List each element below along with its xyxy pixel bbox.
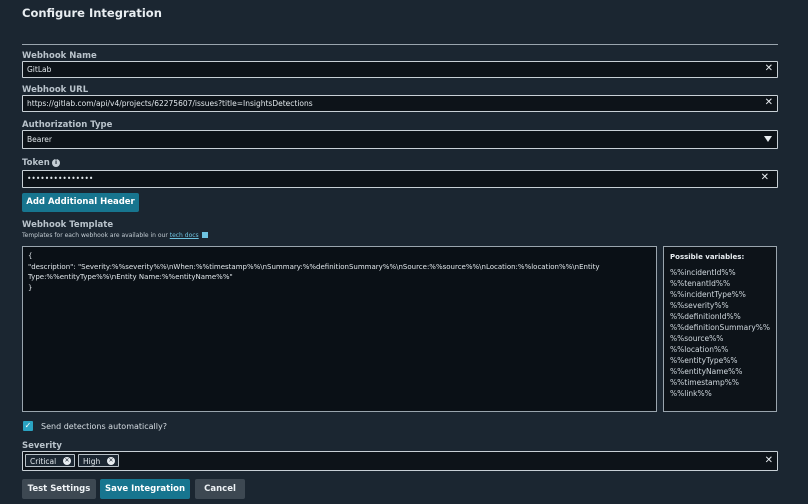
tech-docs-link[interactable]: tech docs xyxy=(170,232,199,239)
variables-list: %%incidentId%% %%tenantId%% %%incidentType… xyxy=(670,267,770,399)
page-title: Configure Integration xyxy=(22,6,162,20)
webhook-template-label: Webhook Template xyxy=(22,220,114,230)
severity-multiselect[interactable]: ✕ xyxy=(22,451,778,471)
variable-item: %%severity%% xyxy=(670,301,729,310)
external-link-icon[interactable] xyxy=(201,232,208,238)
title-divider xyxy=(22,44,778,45)
remove-chip-icon[interactable]: ✕ xyxy=(63,457,71,465)
clear-icon[interactable]: ✕ xyxy=(765,97,773,109)
severity-chip-high: High ✕ xyxy=(78,454,119,467)
webhook-template-editor[interactable]: { "description": "Severity:%%severity%%\… xyxy=(22,246,657,412)
clear-icon[interactable]: ✕ xyxy=(765,455,773,467)
variable-item: %%definitionId%% xyxy=(670,312,741,321)
token-input[interactable]: ••••••••••••••• ✕ xyxy=(22,170,778,188)
auth-type-value: Bearer xyxy=(27,135,52,144)
variable-item: %%location%% xyxy=(670,345,729,354)
variable-item: %%timestamp%% xyxy=(670,378,739,387)
template-hint: Templates for each webhook are available… xyxy=(22,231,208,239)
variable-item: %%entityType%% xyxy=(670,356,738,365)
severity-chip-label: High xyxy=(83,457,101,466)
remove-chip-icon[interactable]: ✕ xyxy=(107,457,115,465)
clear-icon[interactable]: ✕ xyxy=(765,63,773,75)
severity-label: Severity xyxy=(22,441,62,451)
possible-variables-title: Possible variables: xyxy=(670,253,745,261)
possible-variables-panel: Possible variables: %%incidentId%% %%tena… xyxy=(663,246,777,412)
save-integration-button[interactable]: Save Integration xyxy=(100,479,190,499)
webhook-url-value: https://gitlab.com/api/v4/projects/62275… xyxy=(27,99,313,108)
severity-chip-label: Critical xyxy=(30,457,57,466)
chevron-down-icon xyxy=(764,136,772,142)
token-value: ••••••••••••••• xyxy=(27,174,94,183)
clear-icon[interactable]: ✕ xyxy=(761,172,769,184)
auto-send-label: Send detections automatically? xyxy=(41,422,167,431)
cancel-button[interactable]: Cancel xyxy=(195,479,245,499)
variable-item: %%source%% xyxy=(670,334,724,343)
variable-item: %%link%% xyxy=(670,389,712,398)
auth-type-select[interactable]: Bearer xyxy=(22,130,778,149)
variable-item: %%incidentId%% xyxy=(670,268,736,277)
info-icon[interactable]: i xyxy=(52,159,60,167)
webhook-url-input[interactable]: https://gitlab.com/api/v4/projects/62275… xyxy=(22,95,778,112)
variable-item: %%tenantId%% xyxy=(670,279,731,288)
webhook-name-input[interactable]: GitLab ✕ xyxy=(22,61,778,78)
add-additional-header-button[interactable]: Add Additional Header xyxy=(22,193,139,212)
auth-type-label: Authorization Type xyxy=(22,120,113,130)
auto-send-checkbox[interactable]: ✓ xyxy=(23,421,33,431)
webhook-url-label: Webhook URL xyxy=(22,85,89,95)
variable-item: %%entityName%% xyxy=(670,367,743,376)
webhook-name-value: GitLab xyxy=(27,65,52,74)
template-hint-text: Templates for each webhook are available… xyxy=(22,232,168,239)
variable-item: %%definitionSummary%% xyxy=(670,323,771,332)
token-label: Token xyxy=(22,158,50,168)
severity-chip-critical: Critical ✕ xyxy=(25,454,75,467)
webhook-name-label: Webhook Name xyxy=(22,51,97,61)
test-settings-button[interactable]: Test Settings xyxy=(22,479,96,499)
variable-item: %%incidentType%% xyxy=(670,290,746,299)
